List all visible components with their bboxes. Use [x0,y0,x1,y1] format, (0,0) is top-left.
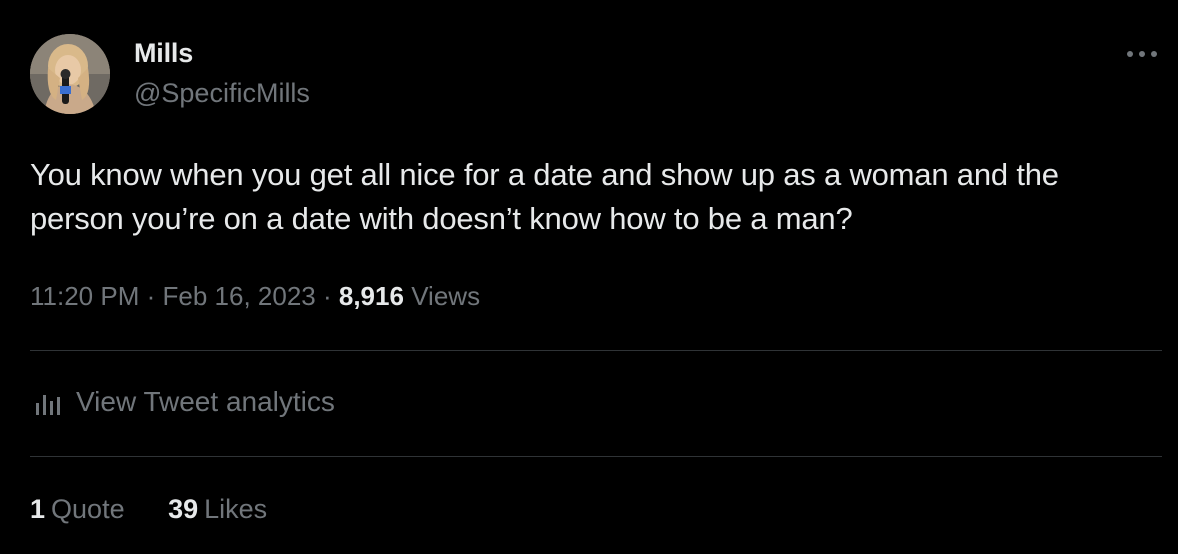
meta-separator: · [146,281,156,311]
quotes-stat[interactable]: 1 Quote [30,494,125,525]
author-handle[interactable]: @SpecificMills [134,78,310,109]
meta-separator: · [322,281,332,311]
engagement-stats: 1 Quote 39 Likes [30,494,303,525]
tweet-metadata: 11:20 PM · Feb 16, 2023 · 8,916 Views [30,281,480,312]
quotes-count: 1 [30,494,46,524]
avatar-photo-icon [30,34,110,114]
quotes-label: Quote [51,494,125,524]
more-options-icon[interactable] [1124,42,1160,66]
likes-count: 39 [168,494,199,524]
author-name[interactable]: Mills [134,38,193,69]
views-count: 8,916 [338,281,404,311]
tweet-time[interactable]: 11:20 PM [30,281,139,311]
views-label: Views [411,281,481,311]
tweet-card: Mills @SpecificMills You know when you g… [0,0,1178,554]
tweet-text: You know when you get all nice for a dat… [30,157,1059,236]
analytics-label: View Tweet analytics [76,386,335,417]
view-analytics-link[interactable]: View Tweet analytics [30,386,335,418]
bar-chart-icon [36,395,60,415]
likes-stat[interactable]: 39 Likes [168,494,267,525]
likes-label: Likes [204,494,268,524]
divider [30,350,1162,351]
avatar[interactable] [30,34,110,114]
divider [30,456,1162,457]
tweet-date[interactable]: Feb 16, 2023 [163,281,316,311]
